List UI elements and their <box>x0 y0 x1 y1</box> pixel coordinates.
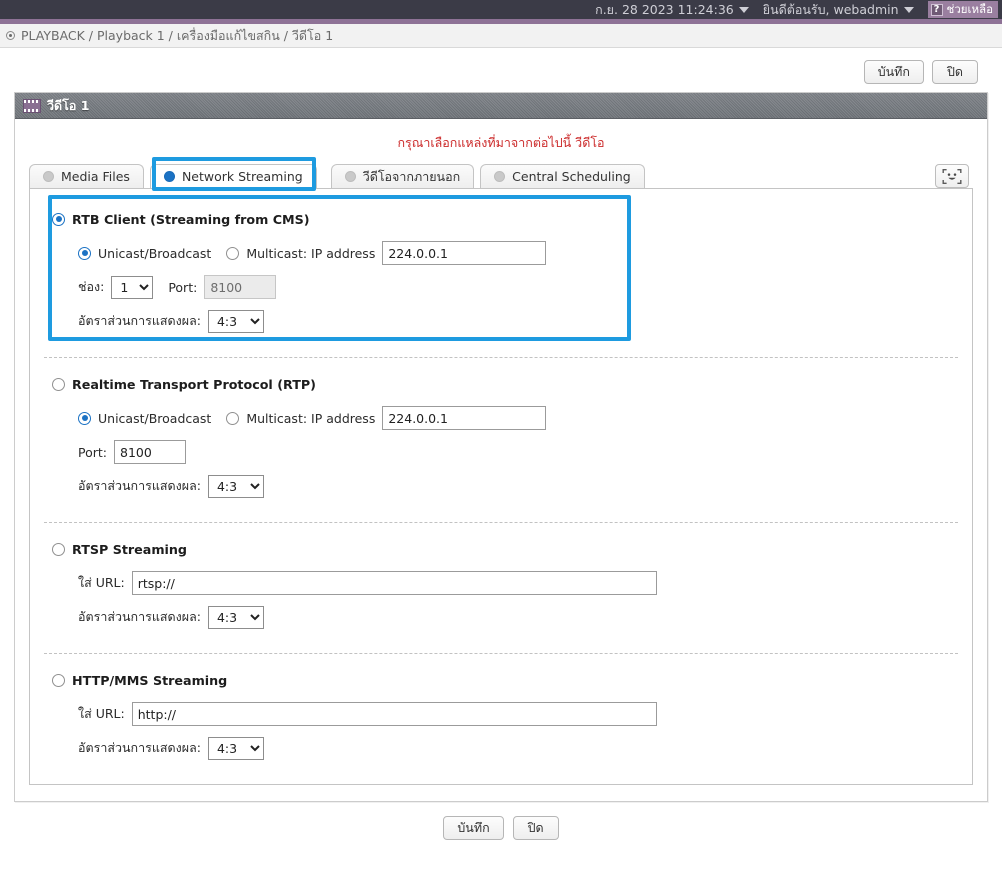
rtsp-url-label: ใส่ URL: <box>78 575 125 590</box>
radio-rtp-unicast[interactable] <box>78 411 91 425</box>
tab-label: Network Streaming <box>181 169 303 184</box>
rtp-label: Realtime Transport Protocol (RTP) <box>72 376 316 392</box>
section-rtp: Realtime Transport Protocol (RTP) Unicas… <box>30 358 972 508</box>
rtsp-aspect-row: อัตราส่วนการแสดงผล: 4:316:916:10 <box>78 605 972 629</box>
rtb-multicast-label: Multicast: IP address <box>246 245 376 261</box>
radio-http-mms[interactable] <box>52 673 65 687</box>
tab-label: Media Files <box>61 169 130 184</box>
tab-radio-icon <box>43 171 54 182</box>
card-title-text: วีดีโอ 1 <box>47 97 90 113</box>
httpmms-aspect-select[interactable]: 4:316:916:10 <box>207 736 264 760</box>
user-menu[interactable]: ยินดีต้อนรับ, webadmin <box>763 0 914 20</box>
radio-rtp-multicast[interactable] <box>226 411 240 425</box>
tab-bar: Media Files Network Streaming วีดีโอจากภ… <box>15 157 987 191</box>
card-title-bar: วีดีโอ 1 <box>15 93 987 119</box>
close-button-bottom[interactable]: ปิด <box>512 816 559 840</box>
tab-central-scheduling[interactable]: Central Scheduling <box>480 164 645 188</box>
radio-rtb-multicast[interactable] <box>226 246 240 260</box>
source-hint-text: กรุณาเลือกแหล่งที่มาจากต่อไปนี้ วีดีโอ <box>397 135 605 150</box>
rtb-channel-port-row: ช่อง: 1234 Port: <box>78 275 972 299</box>
rtp-ip-input[interactable] <box>382 406 547 430</box>
tab-radio-icon <box>494 171 506 182</box>
save-button-top[interactable]: บันทึก <box>863 60 924 84</box>
tab-radio-icon <box>163 171 175 182</box>
chevron-down-icon <box>903 6 914 13</box>
tab-media-files[interactable]: Media Files <box>29 164 144 188</box>
rtb-aspect-row: อัตราส่วนการแสดงผล: 4:316:916:10 <box>78 309 972 333</box>
help-button[interactable]: ? ช่วยเหลือ <box>927 1 998 18</box>
rtp-option[interactable]: Realtime Transport Protocol (RTP) <box>52 372 972 396</box>
tab-external-video[interactable]: วีดีโอจากภายนอก <box>330 164 475 188</box>
rtb-aspect-label: อัตราส่วนการแสดงผล: <box>78 313 201 328</box>
record-dot-icon <box>6 31 15 40</box>
face-detect-button[interactable] <box>935 164 969 188</box>
tab-radio-icon <box>344 171 356 182</box>
video-settings-card: วีดีโอ 1 กรุณาเลือกแหล่งที่มาจากต่อไปนี้… <box>14 92 988 802</box>
tab-network-streaming[interactable]: Network Streaming <box>149 164 317 188</box>
rtp-cast-row: Unicast/Broadcast Multicast: IP address <box>78 406 972 430</box>
rtsp-url-row: ใส่ URL: <box>78 571 972 595</box>
rtb-ip-input[interactable] <box>382 241 547 265</box>
httpmms-aspect-row: อัตราส่วนการแสดงผล: 4:316:916:10 <box>78 736 972 760</box>
tab-label: Central Scheduling <box>512 169 631 184</box>
face-detect-icon <box>942 168 962 184</box>
save-button-bottom[interactable]: บันทึก <box>443 816 504 840</box>
radio-rtsp[interactable] <box>52 542 65 556</box>
user-label: ยินดีต้อนรับ, webadmin <box>762 1 899 17</box>
chevron-down-icon <box>738 6 749 13</box>
rtsp-aspect-label: อัตราส่วนการแสดงผล: <box>78 609 201 624</box>
rtb-client-option[interactable]: RTB Client (Streaming from CMS) <box>52 207 972 231</box>
rtp-port-label: Port: <box>78 444 107 460</box>
datetime-menu[interactable]: ก.ย. 28 2023 11:24:36 <box>595 0 749 20</box>
datetime-label: ก.ย. 28 2023 11:24:36 <box>595 1 734 17</box>
page-content: บันทึก ปิด วีดีโอ 1 กรุณาเลือกแหล่งที่มา… <box>0 48 1002 885</box>
radio-rtb-client[interactable] <box>52 212 65 226</box>
rtp-aspect-row: อัตราส่วนการแสดงผล: 4:316:916:10 <box>78 474 972 498</box>
breadcrumb-text: PLAYBACK / Playback 1 / เครื่องมือแก้ไขส… <box>21 27 334 43</box>
rtp-multicast-label: Multicast: IP address <box>246 410 376 426</box>
close-button-top[interactable]: ปิด <box>932 60 978 84</box>
radio-rtb-unicast[interactable] <box>78 246 91 260</box>
rtb-channel-label: ช่อง: <box>78 279 105 294</box>
rtsp-option[interactable]: RTSP Streaming <box>52 537 972 561</box>
httpmms-aspect-label: อัตราส่วนการแสดงผล: <box>78 740 201 755</box>
httpmms-url-row: ใส่ URL: <box>78 702 972 726</box>
top-bar: ก.ย. 28 2023 11:24:36 ยินดีต้อนรับ, weba… <box>0 0 1002 19</box>
rtp-aspect-select[interactable]: 4:316:916:10 <box>207 474 264 498</box>
rtb-cast-row: Unicast/Broadcast Multicast: IP address <box>78 241 972 265</box>
section-rtb-client: RTB Client (Streaming from CMS) Unicast/… <box>30 199 972 343</box>
breadcrumb: PLAYBACK / Playback 1 / เครื่องมือแก้ไขส… <box>0 24 1002 48</box>
rtb-unicast-label: Unicast/Broadcast <box>98 245 212 261</box>
question-mark-icon: ? <box>930 3 943 16</box>
top-action-bar: บันทึก ปิด <box>0 48 1002 92</box>
radio-rtp[interactable] <box>52 377 65 391</box>
rtb-port-input <box>204 275 277 299</box>
httpmms-option[interactable]: HTTP/MMS Streaming <box>52 668 972 692</box>
rtb-aspect-select[interactable]: 4:316:916:10 <box>207 309 264 333</box>
tab-label: วีดีโอจากภายนอก <box>362 168 461 184</box>
network-streaming-panel: RTB Client (Streaming from CMS) Unicast/… <box>29 188 973 785</box>
help-label: ช่วยเหลือ <box>946 1 993 16</box>
bottom-action-bar: บันทึก ปิด <box>0 802 1002 840</box>
rtb-channel-select[interactable]: 1234 <box>111 275 154 299</box>
rtsp-url-input[interactable] <box>131 571 657 595</box>
rtp-aspect-label: อัตราส่วนการแสดงผล: <box>78 478 201 493</box>
section-http-mms: HTTP/MMS Streaming ใส่ URL: อัตราส่วนการ… <box>30 654 972 770</box>
rtsp-aspect-select[interactable]: 4:316:916:10 <box>207 605 264 629</box>
section-rtsp: RTSP Streaming ใส่ URL: อัตราส่วนการแสดง… <box>30 523 972 639</box>
card-body: กรุณาเลือกแหล่งที่มาจากต่อไปนี้ วีดีโอ M… <box>15 119 987 785</box>
rtb-port-label: Port: <box>168 279 198 295</box>
video-film-icon <box>23 98 41 113</box>
httpmms-url-label: ใส่ URL: <box>78 706 125 721</box>
rtb-client-label: RTB Client (Streaming from CMS) <box>72 211 310 227</box>
rtsp-label: RTSP Streaming <box>72 541 188 557</box>
httpmms-url-input[interactable] <box>131 702 657 726</box>
rtp-unicast-label: Unicast/Broadcast <box>98 410 212 426</box>
rtp-port-input[interactable] <box>114 440 186 464</box>
rtp-port-row: Port: <box>78 440 972 464</box>
httpmms-label: HTTP/MMS Streaming <box>72 672 228 688</box>
